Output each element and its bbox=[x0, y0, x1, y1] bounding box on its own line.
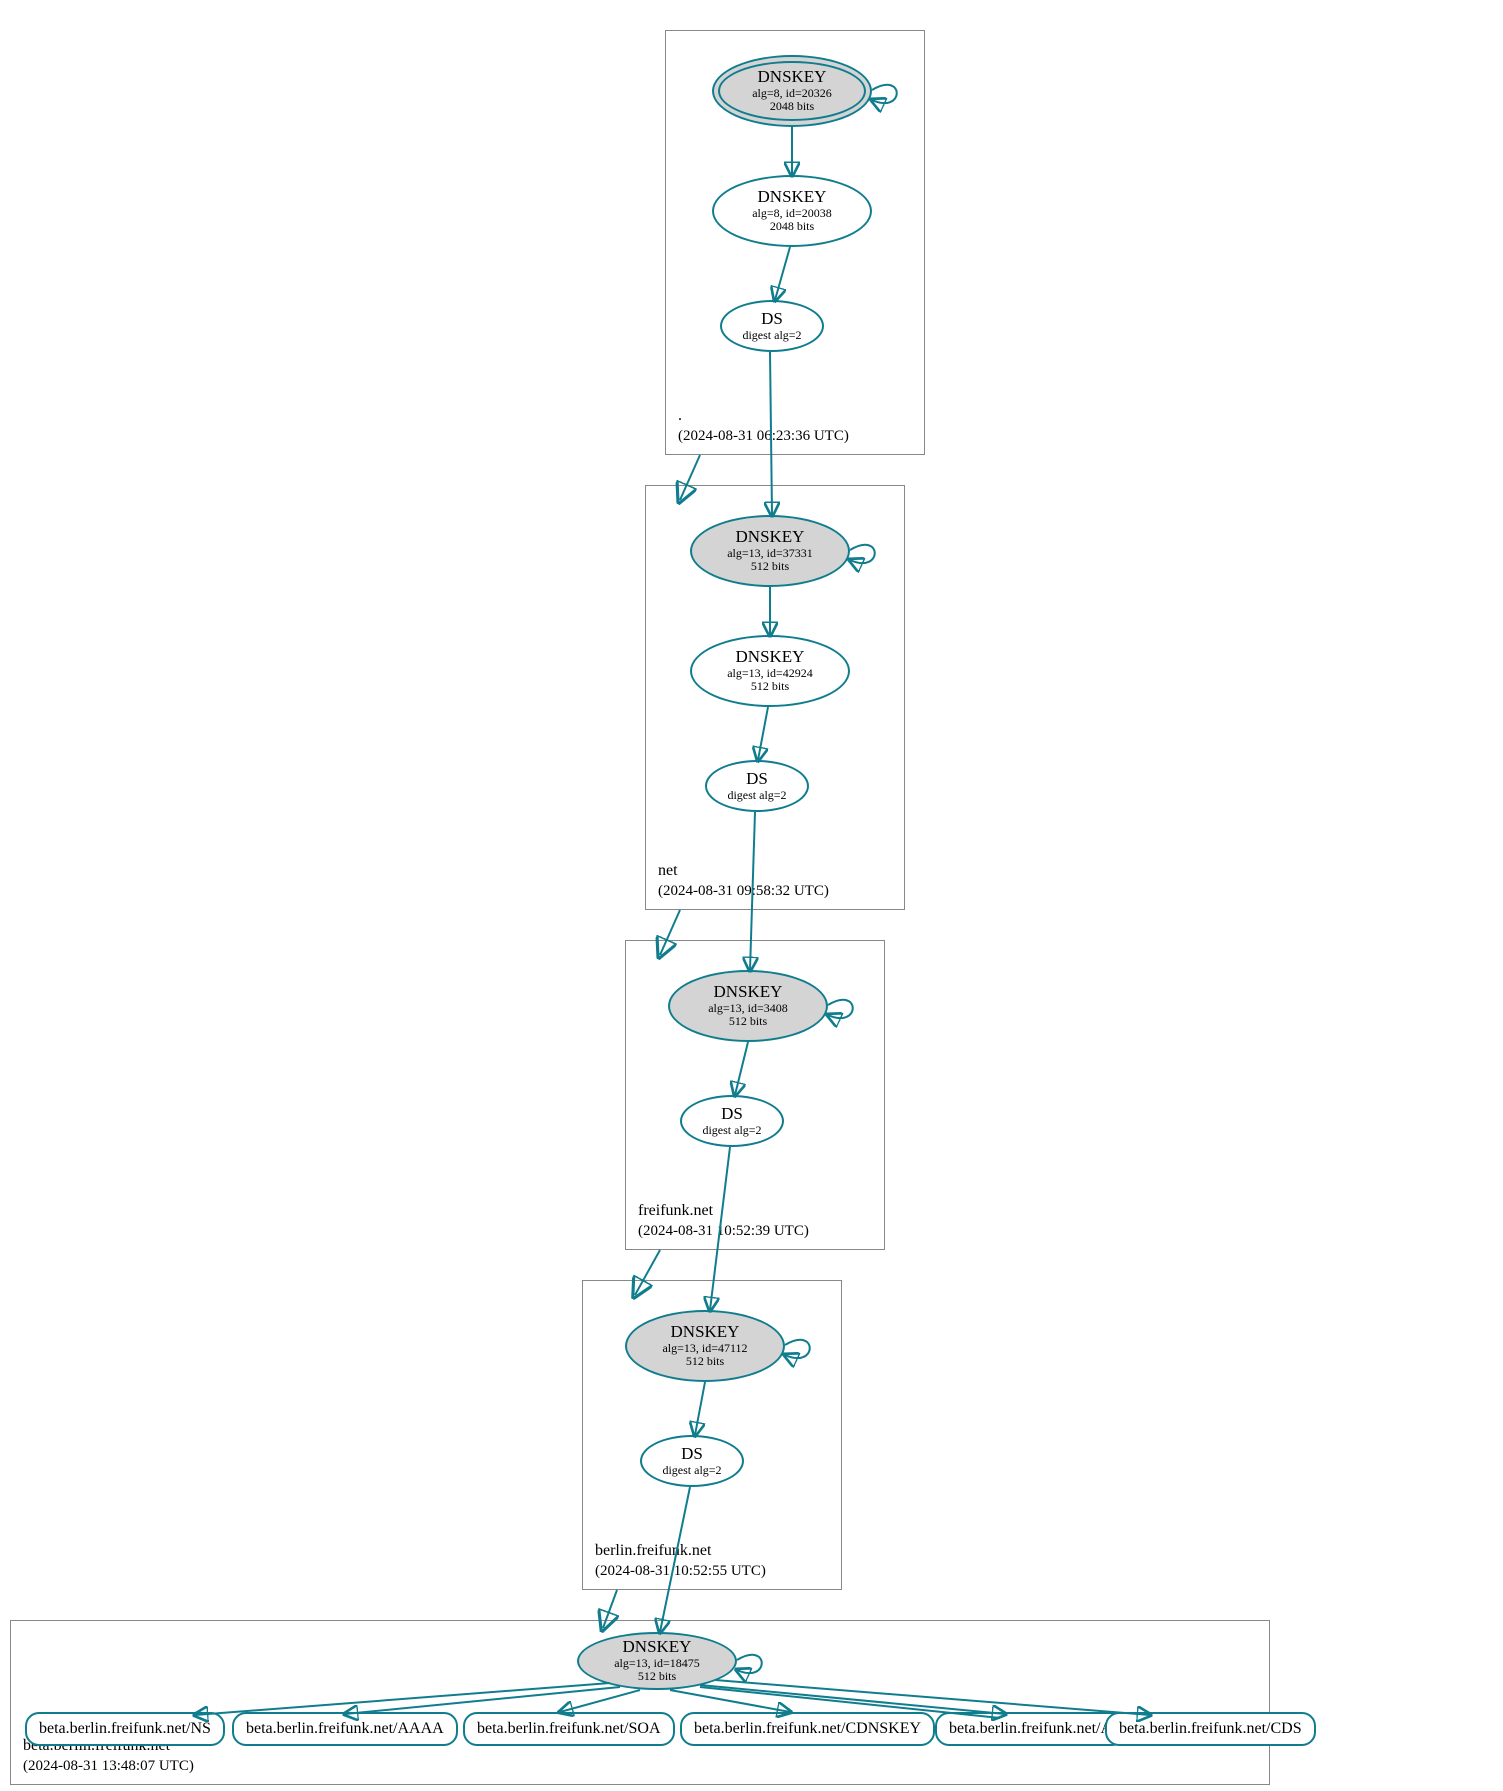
ds-bff: DS digest alg=2 bbox=[640, 1435, 744, 1487]
zone-root-name: . bbox=[678, 406, 849, 427]
ds-ff: DS digest alg=2 bbox=[680, 1095, 784, 1147]
node-title: DNSKEY bbox=[758, 188, 827, 207]
rr-ns: beta.berlin.freifunk.net/NS bbox=[25, 1712, 225, 1746]
node-sub2: 512 bits bbox=[751, 680, 789, 693]
zone-root-ts: (2024-08-31 06:23:36 UTC) bbox=[678, 427, 849, 447]
zone-net-label: net (2024-08-31 09:58:32 UTC) bbox=[658, 861, 829, 901]
rr-cdk: beta.berlin.freifunk.net/CDNSKEY bbox=[680, 1712, 935, 1746]
node-sub2: 512 bits bbox=[638, 1670, 676, 1683]
ds-root: DS digest alg=2 bbox=[720, 300, 824, 352]
node-sub1: digest alg=2 bbox=[702, 1124, 761, 1137]
rr-soa: beta.berlin.freifunk.net/SOA bbox=[463, 1712, 675, 1746]
node-sub2: 512 bits bbox=[729, 1015, 767, 1028]
node-title: DS bbox=[746, 770, 768, 789]
ds-net: DS digest alg=2 bbox=[705, 760, 809, 812]
zone-bff-name: berlin.freifunk.net bbox=[595, 1541, 766, 1562]
rr-label: beta.berlin.freifunk.net/AAAA bbox=[246, 1720, 444, 1738]
zone-ff-name: freifunk.net bbox=[638, 1201, 809, 1222]
zone-ff-ts: (2024-08-31 10:52:39 UTC) bbox=[638, 1222, 809, 1242]
node-sub1: digest alg=2 bbox=[727, 789, 786, 802]
node-sub2: 2048 bits bbox=[770, 220, 814, 233]
rr-label: beta.berlin.freifunk.net/SOA bbox=[477, 1720, 661, 1738]
zone-ff-label: freifunk.net (2024-08-31 10:52:39 UTC) bbox=[638, 1201, 809, 1241]
node-title: DNSKEY bbox=[714, 983, 783, 1002]
zone-net-name: net bbox=[658, 861, 829, 882]
zone-root-label: . (2024-08-31 06:23:36 UTC) bbox=[678, 406, 849, 446]
node-title: DS bbox=[761, 310, 783, 329]
dnskey-root-ksk: DNSKEY alg=8, id=20326 2048 bits bbox=[712, 55, 872, 127]
dnskey-net-zsk: DNSKEY alg=13, id=42924 512 bits bbox=[690, 635, 850, 707]
rr-a: beta.berlin.freifunk.net/A bbox=[935, 1712, 1126, 1746]
node-sub2: 2048 bits bbox=[770, 100, 814, 113]
node-sub2: 512 bits bbox=[686, 1355, 724, 1368]
rr-cds: beta.berlin.freifunk.net/CDS bbox=[1105, 1712, 1316, 1746]
node-title: DNSKEY bbox=[623, 1638, 692, 1657]
node-title: DNSKEY bbox=[671, 1323, 740, 1342]
dnskey-net-ksk: DNSKEY alg=13, id=37331 512 bits bbox=[690, 515, 850, 587]
dnskey-bbff-ksk: DNSKEY alg=13, id=18475 512 bits bbox=[577, 1632, 737, 1690]
node-sub1: digest alg=2 bbox=[662, 1464, 721, 1477]
node-title: DNSKEY bbox=[758, 68, 827, 87]
node-title: DNSKEY bbox=[736, 528, 805, 547]
zone-net-ts: (2024-08-31 09:58:32 UTC) bbox=[658, 882, 829, 902]
node-sub1: digest alg=2 bbox=[742, 329, 801, 342]
rr-aaaa: beta.berlin.freifunk.net/AAAA bbox=[232, 1712, 458, 1746]
rr-label: beta.berlin.freifunk.net/CDNSKEY bbox=[694, 1720, 921, 1738]
zone-bff-ts: (2024-08-31 10:52:55 UTC) bbox=[595, 1562, 766, 1582]
rr-label: beta.berlin.freifunk.net/A bbox=[949, 1720, 1112, 1738]
zone-bbff-ts: (2024-08-31 13:48:07 UTC) bbox=[23, 1757, 194, 1777]
dnskey-ff-ksk: DNSKEY alg=13, id=3408 512 bits bbox=[668, 970, 828, 1042]
dnskey-root-zsk: DNSKEY alg=8, id=20038 2048 bits bbox=[712, 175, 872, 247]
node-title: DNSKEY bbox=[736, 648, 805, 667]
rr-label: beta.berlin.freifunk.net/CDS bbox=[1119, 1720, 1302, 1738]
rr-label: beta.berlin.freifunk.net/NS bbox=[39, 1720, 211, 1738]
node-title: DS bbox=[681, 1445, 703, 1464]
node-sub2: 512 bits bbox=[751, 560, 789, 573]
node-title: DS bbox=[721, 1105, 743, 1124]
dnskey-bff-ksk: DNSKEY alg=13, id=47112 512 bits bbox=[625, 1310, 785, 1382]
zone-bff-label: berlin.freifunk.net (2024-08-31 10:52:55… bbox=[595, 1541, 766, 1581]
